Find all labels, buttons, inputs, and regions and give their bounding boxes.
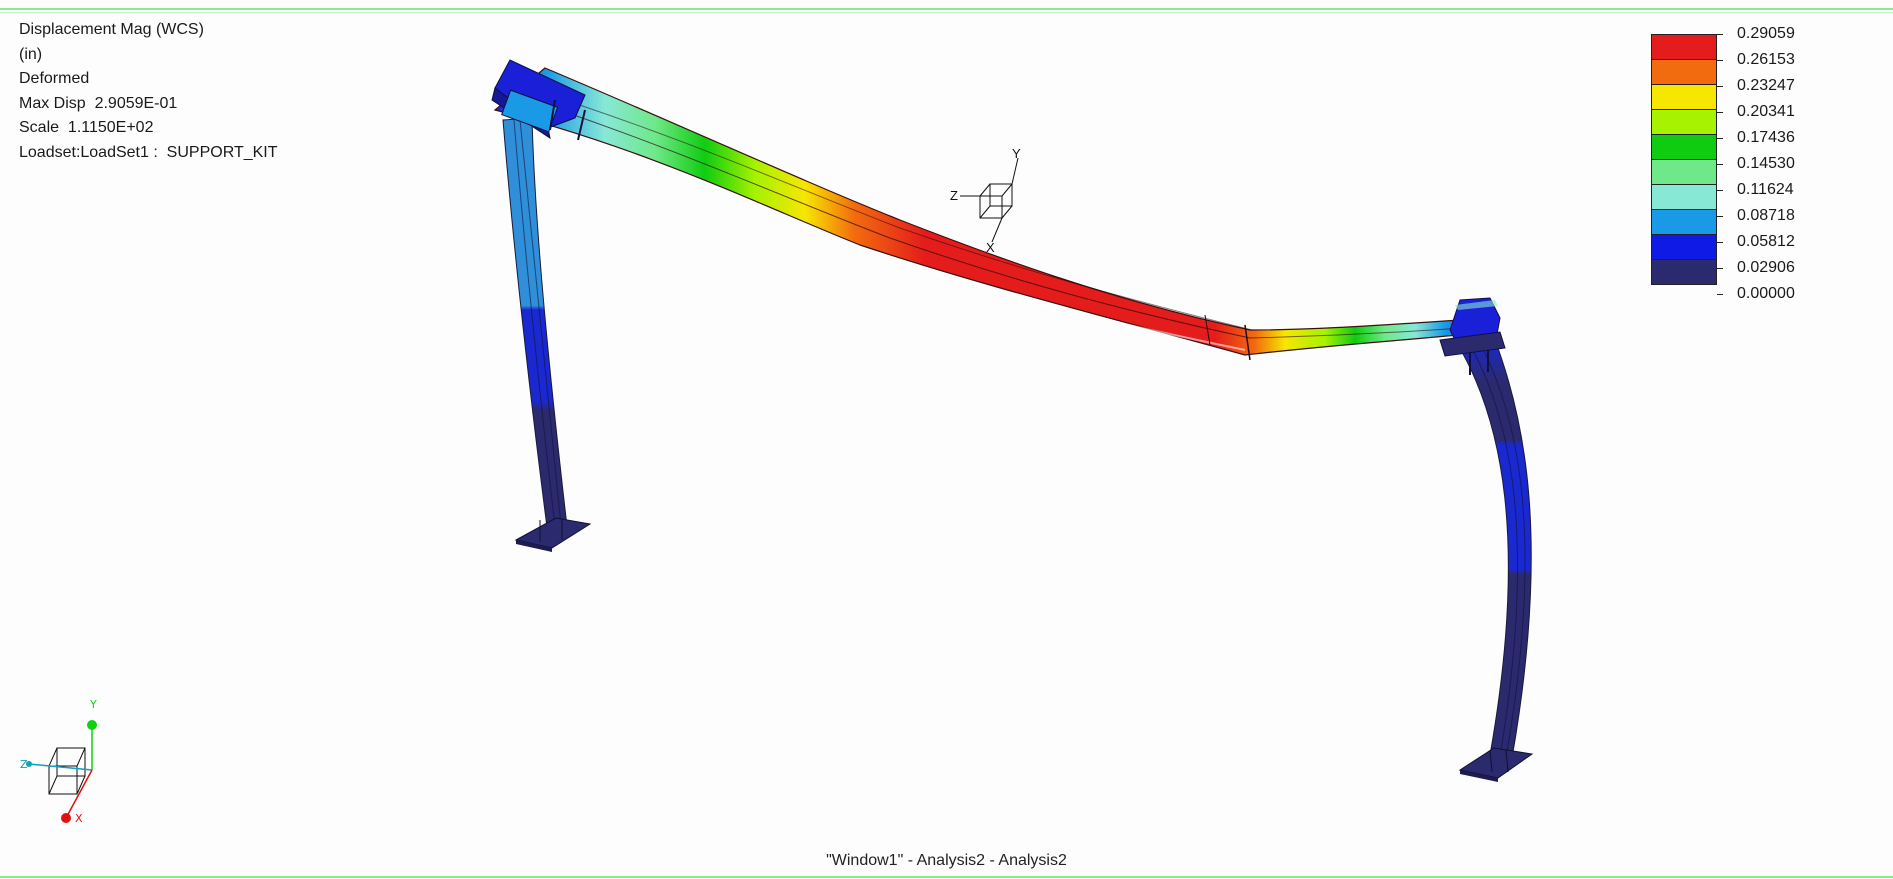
result-title: Displacement Mag (WCS) xyxy=(19,21,204,38)
legend-value: 0.29059 xyxy=(1737,25,1795,42)
legend-tick xyxy=(1717,242,1723,243)
result-max-disp: Max Disp 2.9059E-01 xyxy=(19,94,178,112)
deformed-beam xyxy=(493,67,1496,361)
left-column xyxy=(502,117,592,552)
legend-value: 0.00000 xyxy=(1737,285,1795,302)
legend-tick xyxy=(1717,112,1723,113)
result-info-panel: Displacement Mag (WCS) (in) Deformed Max… xyxy=(19,18,278,166)
legend-tick xyxy=(1717,268,1723,269)
frame-bottom-border xyxy=(0,876,1893,878)
window-caption: "Window1" - Analysis2 - Analysis2 xyxy=(826,852,1067,869)
cube-x-label: X xyxy=(986,240,995,255)
legend-value: 0.26153 xyxy=(1737,51,1795,68)
legend-value: 0.02906 xyxy=(1737,259,1795,276)
legend-tick xyxy=(1717,294,1723,295)
legend-swatch xyxy=(1651,109,1717,135)
cube-y-label: Y xyxy=(1012,146,1021,161)
triad-y-label: Y xyxy=(89,698,97,711)
legend-swatch xyxy=(1651,259,1717,285)
legend-swatch xyxy=(1651,34,1717,60)
legend-swatch xyxy=(1651,84,1717,110)
legend-swatch xyxy=(1651,134,1717,160)
triad-z-label: Z xyxy=(20,758,28,771)
result-loadset: Loadset:LoadSet1 : SUPPORT_KIT xyxy=(19,143,278,161)
legend-tick xyxy=(1717,138,1723,139)
legend-value: 0.08718 xyxy=(1737,207,1795,224)
legend-value: 0.20341 xyxy=(1737,103,1795,120)
legend-tick xyxy=(1717,86,1723,87)
result-units: (in) xyxy=(19,45,43,63)
legend-swatch xyxy=(1651,159,1717,185)
triad-x-label: X xyxy=(75,812,83,825)
view-orientation-cube: Y Z X xyxy=(950,146,1021,255)
legend-color-bar xyxy=(1651,34,1717,285)
cube-z-label: Z xyxy=(950,188,958,203)
legend-swatch xyxy=(1651,184,1717,210)
model-viewport[interactable]: Y Z X Y Z X xyxy=(0,0,1893,879)
legend-value: 0.05812 xyxy=(1737,233,1795,250)
legend-tick xyxy=(1717,190,1723,191)
legend-tick xyxy=(1717,34,1723,35)
legend-swatch xyxy=(1651,234,1717,260)
legend-tick xyxy=(1717,216,1723,217)
result-mode: Deformed xyxy=(19,70,90,88)
legend-tick xyxy=(1717,164,1723,165)
result-scale: Scale 1.1150E+02 xyxy=(19,119,154,137)
legend-tick xyxy=(1717,60,1723,61)
legend-value: 0.14530 xyxy=(1737,155,1795,172)
legend-swatch xyxy=(1651,209,1717,235)
legend-value: 0.17436 xyxy=(1737,129,1795,146)
legend-swatch xyxy=(1651,59,1717,85)
legend-value: 0.23247 xyxy=(1737,77,1795,94)
coordinate-triad: Y Z X xyxy=(20,698,97,825)
right-column xyxy=(1457,339,1534,782)
legend-value: 0.11624 xyxy=(1737,181,1794,198)
